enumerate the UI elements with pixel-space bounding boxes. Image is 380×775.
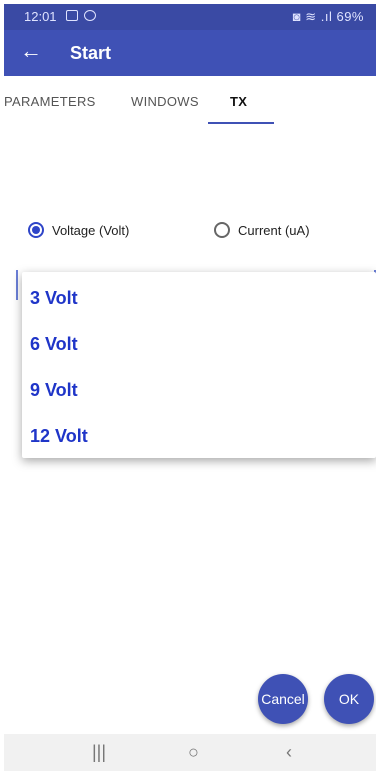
option-3-volt[interactable]: 3 Volt xyxy=(30,288,78,309)
radio-current-label: Current (uA) xyxy=(238,222,310,238)
option-9-volt[interactable]: 9 Volt xyxy=(30,380,78,401)
active-tab-indicator xyxy=(208,122,274,124)
app-screen: 12:01 ◙ ≋ .ıl 69% ← Start PARAMETERS WIN… xyxy=(4,4,376,771)
option-12-volt[interactable]: 12 Volt xyxy=(30,426,88,447)
tab-parameters[interactable]: PARAMETERS xyxy=(4,94,96,109)
home-icon[interactable]: ○ xyxy=(188,742,199,763)
radio-checked-icon xyxy=(28,222,44,238)
status-bar: 12:01 ◙ ≋ .ıl 69% xyxy=(4,4,376,30)
status-time: 12:01 xyxy=(24,9,57,24)
option-6-volt[interactable]: 6 Volt xyxy=(30,334,78,355)
back-icon[interactable]: ‹ xyxy=(286,742,292,763)
radio-voltage-label: Voltage (Volt) xyxy=(52,222,130,238)
radio-voltage[interactable]: Voltage (Volt) xyxy=(28,218,129,242)
recent-apps-icon[interactable]: ||| xyxy=(92,742,106,763)
back-arrow-icon[interactable]: ← xyxy=(20,38,42,64)
tab-tx[interactable]: TX xyxy=(230,94,247,109)
voltage-dropdown: 3 Volt 6 Volt 9 Volt 12 Volt xyxy=(22,272,376,458)
radio-unchecked-icon xyxy=(214,222,230,238)
sync-icon xyxy=(84,10,96,21)
app-bar: ← Start xyxy=(4,30,376,76)
ok-button[interactable]: OK xyxy=(324,674,374,724)
radio-current[interactable]: Current (uA) xyxy=(214,218,310,242)
tab-windows[interactable]: WINDOWS xyxy=(131,94,199,109)
navigation-bar: ||| ○ ‹ xyxy=(4,734,376,771)
tab-bar: PARAMETERS WINDOWS TX xyxy=(4,76,376,128)
status-indicators: ◙ ≋ .ıl 69% xyxy=(292,9,364,24)
cancel-button[interactable]: Cancel xyxy=(258,674,308,724)
page-title: Start xyxy=(70,43,112,63)
gallery-icon xyxy=(66,10,78,21)
